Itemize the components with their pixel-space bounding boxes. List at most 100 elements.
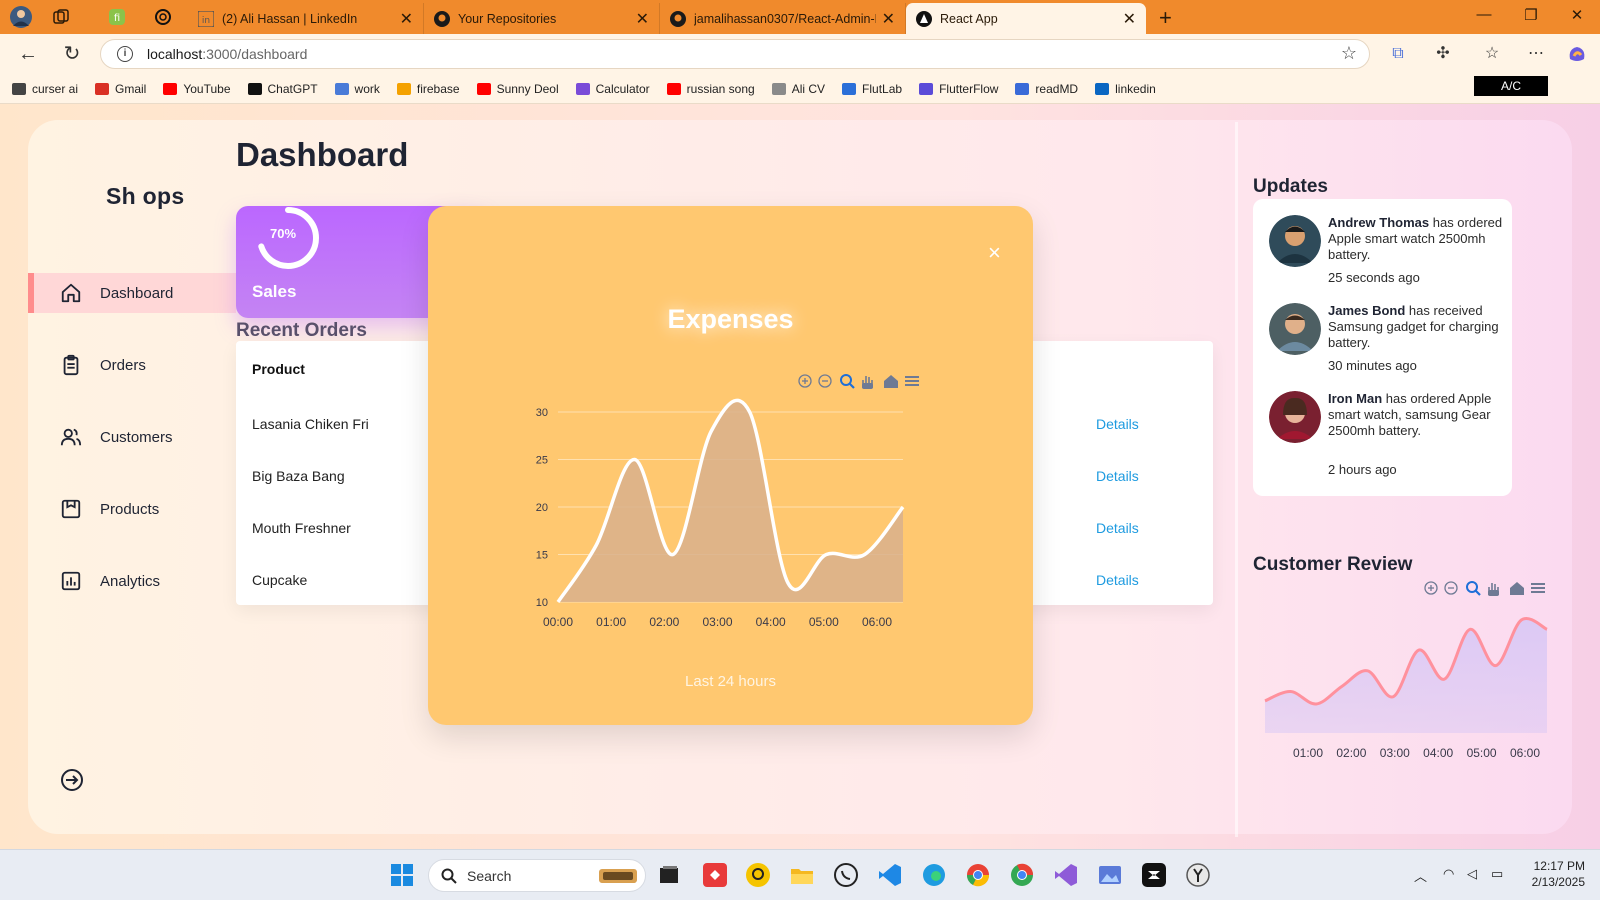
maximize-icon[interactable]: ❐ — [1521, 6, 1541, 24]
app-yellow-icon[interactable] — [745, 862, 771, 888]
close-tab-icon[interactable]: ✕ — [1123, 9, 1136, 29]
bookmark-item[interactable]: firebase — [396, 81, 460, 96]
pinned-tab-icon[interactable]: fi — [104, 5, 130, 29]
tab-linkedin[interactable]: in (2) Ali Hassan | LinkedIn ✕ — [188, 3, 424, 34]
photos-icon[interactable] — [1097, 862, 1123, 888]
show-hidden-icons[interactable]: ︿ — [1414, 866, 1427, 885]
file-explorer-icon[interactable] — [789, 862, 815, 888]
battery-icon[interactable]: ▭ — [1491, 866, 1503, 882]
bookmark-icon — [1095, 82, 1110, 95]
bookmark-label: YouTube — [183, 81, 231, 96]
details-link[interactable]: Details — [1096, 520, 1139, 536]
bookmark-item[interactable]: Sunny Deol — [476, 82, 559, 96]
y-tick-label: 25 — [536, 455, 548, 467]
clock-date: 2/13/2025 — [1531, 875, 1585, 889]
site-info-icon[interactable]: i — [117, 46, 133, 62]
bookmark-item[interactable]: work — [334, 82, 380, 96]
bookmark-item[interactable]: Ali CV — [771, 82, 825, 96]
chrome-profile-icon[interactable] — [1009, 862, 1035, 888]
new-tab-icon[interactable]: + — [1159, 5, 1172, 31]
pan-hand-icon[interactable] — [1488, 583, 1499, 596]
tab-react-app[interactable]: React App ✕ — [906, 3, 1146, 34]
copilot-icon[interactable] — [1566, 43, 1588, 65]
favorites-icon[interactable]: ☆ — [1481, 43, 1503, 65]
close-icon[interactable]: × — [988, 240, 1001, 266]
selection-zoom-icon[interactable] — [1466, 581, 1481, 596]
edge-icon[interactable] — [921, 862, 947, 888]
capcut-icon[interactable] — [1141, 862, 1167, 888]
task-view-icon[interactable] — [656, 862, 682, 888]
zoom-out-icon[interactable] — [1444, 581, 1458, 595]
reset-home-icon[interactable] — [1510, 582, 1524, 595]
close-tab-icon[interactable]: ✕ — [400, 9, 413, 29]
box-icon — [61, 499, 81, 519]
bookmark-label: firebase — [416, 81, 460, 96]
bookmark-item[interactable]: FlutLab — [842, 82, 902, 96]
bookmark-item[interactable]: readMD — [1015, 82, 1078, 96]
x-tick-label: 03:00 — [702, 615, 732, 626]
tab-your-repositories[interactable]: Your Repositories ✕ — [424, 3, 660, 34]
whatsapp-icon[interactable] — [833, 862, 859, 888]
chart-menu-icon[interactable] — [905, 376, 919, 386]
sidebar-item-dashboard[interactable]: Dashboard — [28, 273, 236, 313]
details-link[interactable]: Details — [1096, 572, 1139, 588]
reload-icon[interactable]: ↻ — [60, 42, 84, 66]
favorite-star-icon[interactable]: ☆ — [1341, 43, 1357, 64]
taskbar-search[interactable]: Search — [428, 859, 646, 892]
bookmark-item[interactable]: YouTube — [163, 81, 231, 96]
close-tab-icon[interactable]: ✕ — [636, 9, 649, 29]
close-window-icon[interactable]: ✕ — [1567, 6, 1587, 24]
translate-icon[interactable]: ⧉ — [1387, 43, 1409, 65]
bookmark-label: Calculator — [595, 81, 650, 96]
home-icon — [61, 283, 81, 303]
bookmark-icon — [842, 82, 857, 95]
details-link[interactable]: Details — [1096, 468, 1139, 484]
back-icon[interactable]: ← — [16, 42, 40, 66]
anydesk-icon[interactable] — [702, 862, 728, 888]
product-cell: Mouth Freshner — [252, 520, 351, 536]
system-clock[interactable]: 12:17 PM 2/13/2025 — [1515, 858, 1585, 890]
close-tab-icon[interactable]: ✕ — [882, 9, 895, 29]
bookmark-item[interactable]: ChatGPT — [247, 82, 318, 96]
bookmark-item[interactable]: FlutterFlow — [919, 82, 998, 96]
extensions-icon[interactable]: ✣ — [1432, 43, 1454, 65]
sidebar-item-customers[interactable]: Customers — [28, 417, 236, 457]
bookmark-item[interactable]: curser ai — [12, 82, 78, 96]
y-tick-label: 15 — [536, 550, 548, 562]
sidebar-item-analytics[interactable]: Analytics — [28, 561, 236, 601]
sidebar-item-orders[interactable]: Orders — [28, 345, 236, 385]
bookmark-item[interactable]: linkedin — [1095, 82, 1156, 96]
sign-out-icon[interactable] — [60, 768, 84, 792]
tab-label: jamalihassan0307/React-Admin-D — [694, 11, 876, 26]
minimize-icon[interactable]: — — [1474, 6, 1494, 23]
vscode-icon[interactable] — [877, 862, 903, 888]
sidebar-item-label: Products — [100, 500, 160, 518]
windows-start-icon[interactable] — [389, 862, 415, 888]
bookmark-item[interactable]: Gmail — [95, 82, 146, 96]
bookmark-item[interactable]: russian song — [666, 82, 755, 96]
bookmark-icon — [95, 82, 110, 95]
bookmark-item[interactable]: Calculator — [575, 81, 650, 96]
sidebar-item-label: Analytics — [100, 572, 161, 590]
zoom-in-icon[interactable] — [1424, 581, 1438, 595]
column-header-product: Product — [252, 361, 305, 377]
workspaces-icon[interactable] — [48, 5, 74, 29]
wifi-icon[interactable]: ◠ — [1443, 866, 1454, 882]
sidebar-item-products[interactable]: Products — [28, 489, 236, 529]
update-time: 30 minutes ago — [1328, 358, 1417, 373]
yandex-icon[interactable] — [1185, 862, 1211, 888]
profile-avatar-icon[interactable] — [8, 5, 34, 29]
address-bar[interactable]: i localhost:3000/dashboard ☆ — [100, 39, 1370, 69]
clock-time: 12:17 PM — [1533, 859, 1585, 873]
chart-menu-icon[interactable] — [1531, 583, 1545, 593]
update-item: Iron Man has ordered Apple smart watch, … — [1269, 391, 1504, 487]
update-text: James Bond has received Samsung gadget f… — [1328, 303, 1499, 350]
more-menu-icon[interactable]: ⋯ — [1525, 43, 1547, 65]
chrome-icon[interactable] — [965, 862, 991, 888]
volume-icon[interactable]: ◁ — [1467, 866, 1477, 882]
visual-studio-icon[interactable] — [1053, 862, 1079, 888]
details-link[interactable]: Details — [1096, 416, 1139, 432]
bookmark-icon — [334, 82, 349, 95]
tab-github-repo[interactable]: jamalihassan0307/React-Admin-D ✕ — [660, 3, 906, 34]
chatgpt-tab-icon[interactable] — [150, 5, 176, 29]
